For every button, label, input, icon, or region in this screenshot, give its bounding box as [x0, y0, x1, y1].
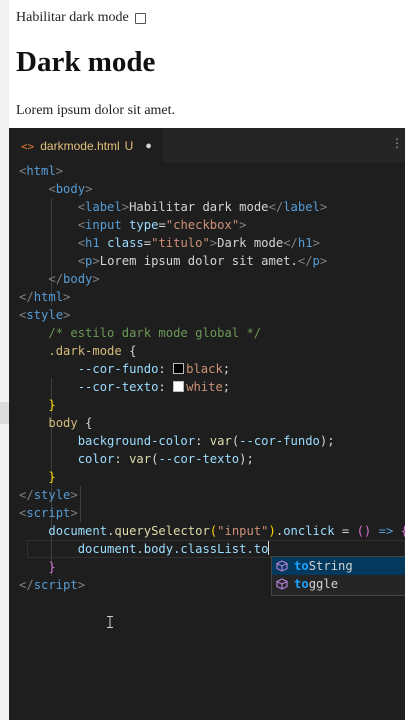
- code-line: <p>Lorem ipsum dolor sit amet.</p>: [77, 254, 328, 268]
- preview-paragraph: Lorem ipsum dolor sit amet.: [16, 103, 176, 118]
- left-gutter: [0, 0, 9, 720]
- gutter-handle: [0, 402, 9, 424]
- code-line: background-color: var(--cor-fundo);: [77, 434, 335, 448]
- tab-overflow-icon[interactable]: ⋮: [391, 136, 403, 150]
- code-line: }: [48, 470, 56, 484]
- code-line: </html>: [19, 290, 71, 304]
- code-editor[interactable]: <> darkmode.html U ● ⋮ <html> <body> <la…: [9, 128, 405, 720]
- code-line: color: var(--cor-texto);: [77, 452, 254, 466]
- tab-filename: darkmode.html: [40, 139, 120, 153]
- dark-mode-toggle-row[interactable]: Habilitar dark mode: [16, 10, 146, 26]
- code-line: <script>: [19, 506, 78, 520]
- color-swatch-black[interactable]: [173, 363, 185, 374]
- code-line: </style>: [19, 488, 78, 502]
- browser-preview: Habilitar dark mode Dark mode Lorem ipsu…: [9, 0, 405, 128]
- code-line: <label>Habilitar dark mode</label>: [77, 200, 328, 214]
- tab-git-status: U: [124, 139, 134, 153]
- preview-heading: Dark mode: [16, 46, 156, 78]
- code-line: <body>: [48, 182, 93, 196]
- method-cube-icon: [276, 560, 290, 572]
- code-line: }: [48, 398, 56, 412]
- method-cube-icon: [276, 578, 290, 590]
- suggestion-tostring[interactable]: to String: [272, 557, 405, 575]
- code-line: document.querySelector("input").onclick …: [48, 524, 405, 538]
- html-file-icon: <>: [21, 139, 35, 153]
- suggestion-toggle[interactable]: to ggle: [272, 575, 405, 593]
- color-swatch-white[interactable]: [173, 381, 185, 392]
- code-line: <h1 class="titulo">Dark mode</h1>: [77, 236, 320, 250]
- code-line: <style>: [19, 308, 71, 322]
- code-line: <html>: [19, 164, 64, 178]
- code-line: /* estilo dark mode global */: [48, 326, 262, 340]
- code-area[interactable]: <html> <body> <label>Habilitar dark mode…: [19, 162, 405, 594]
- code-line: .dark-mode {: [48, 344, 137, 358]
- tab-darkmode-html[interactable]: <> darkmode.html U ●: [9, 128, 163, 163]
- code-line: <input type="checkbox">: [77, 218, 247, 232]
- unsaved-dot-icon[interactable]: ●: [145, 140, 152, 152]
- text-cursor-icon: [107, 616, 113, 628]
- code-line: </body>: [48, 272, 100, 286]
- code-line: --cor-fundo: black;: [77, 362, 231, 376]
- dark-mode-checkbox[interactable]: [134, 12, 146, 24]
- code-line: body {: [48, 416, 93, 430]
- autocomplete-popup[interactable]: to String to ggle: [271, 556, 405, 596]
- editor-tab-bar: <> darkmode.html U ● ⋮: [9, 128, 405, 163]
- code-line: --cor-texto: white;: [77, 380, 231, 394]
- dark-mode-label: Habilitar dark mode: [16, 10, 129, 25]
